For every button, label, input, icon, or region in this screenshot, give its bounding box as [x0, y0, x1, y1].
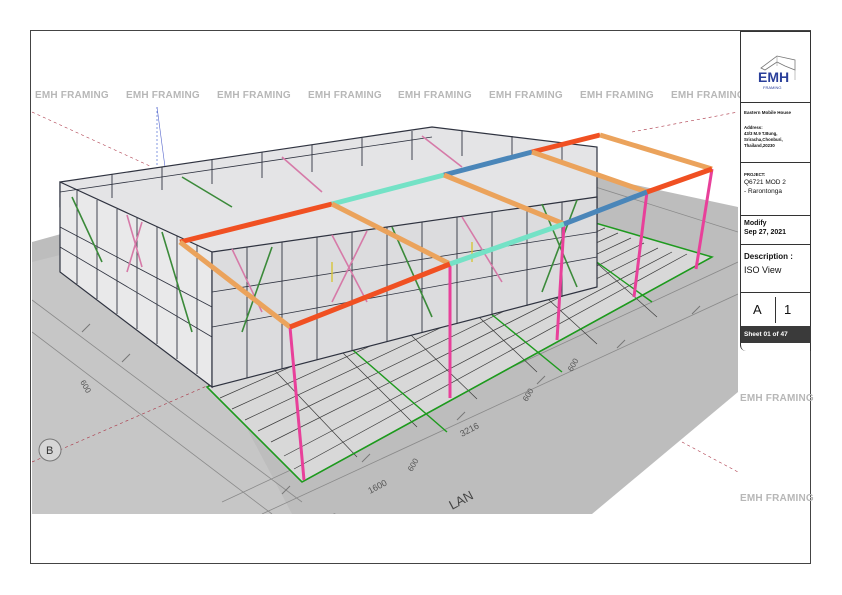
- address: Address: 43/3 M.9 T.Bung, Sriracha,Chonb…: [744, 125, 783, 148]
- emh-logo: EMH FRAMING: [755, 50, 801, 94]
- watermark-text: EMH FRAMING: [740, 393, 814, 404]
- svg-text:FRAMING: FRAMING: [763, 85, 781, 90]
- revision-letter: A: [753, 302, 762, 317]
- description-label: Description :: [744, 252, 793, 261]
- description: ISO View: [744, 265, 782, 275]
- sheet-number: Sheet 01 of 47: [741, 326, 811, 343]
- watermark-text: EMH FRAMING: [35, 90, 109, 101]
- watermark-text: EMH FRAMING: [671, 90, 745, 101]
- watermark-text: EMH FRAMING: [308, 90, 382, 101]
- watermark-text: EMH FRAMING: [489, 90, 563, 101]
- title-block: EMH FRAMING Eastern Mobile House Address…: [740, 31, 811, 351]
- revision-number: 1: [784, 302, 792, 317]
- project-label: PROJECT:: [744, 172, 766, 177]
- watermark-text: EMH FRAMING: [580, 90, 654, 101]
- modify-date: Modify Sep 27, 2021: [744, 220, 787, 236]
- watermark-text: EMH FRAMING: [126, 90, 200, 101]
- svg-text:EMH: EMH: [758, 69, 789, 85]
- project-name: Q6721 MOD 2 - Rarontonga: [744, 179, 786, 195]
- iso-view-drawing: B 1600 3216 600 600 600 600 600 LAN: [32, 32, 738, 514]
- grid-bubble-label: B: [46, 445, 53, 457]
- watermark-text: EMH FRAMING: [398, 90, 472, 101]
- watermark-text: EMH FRAMING: [217, 90, 291, 101]
- company-name: Eastern Mobile House: [744, 110, 792, 115]
- watermark-text: EMH FRAMING: [740, 493, 814, 504]
